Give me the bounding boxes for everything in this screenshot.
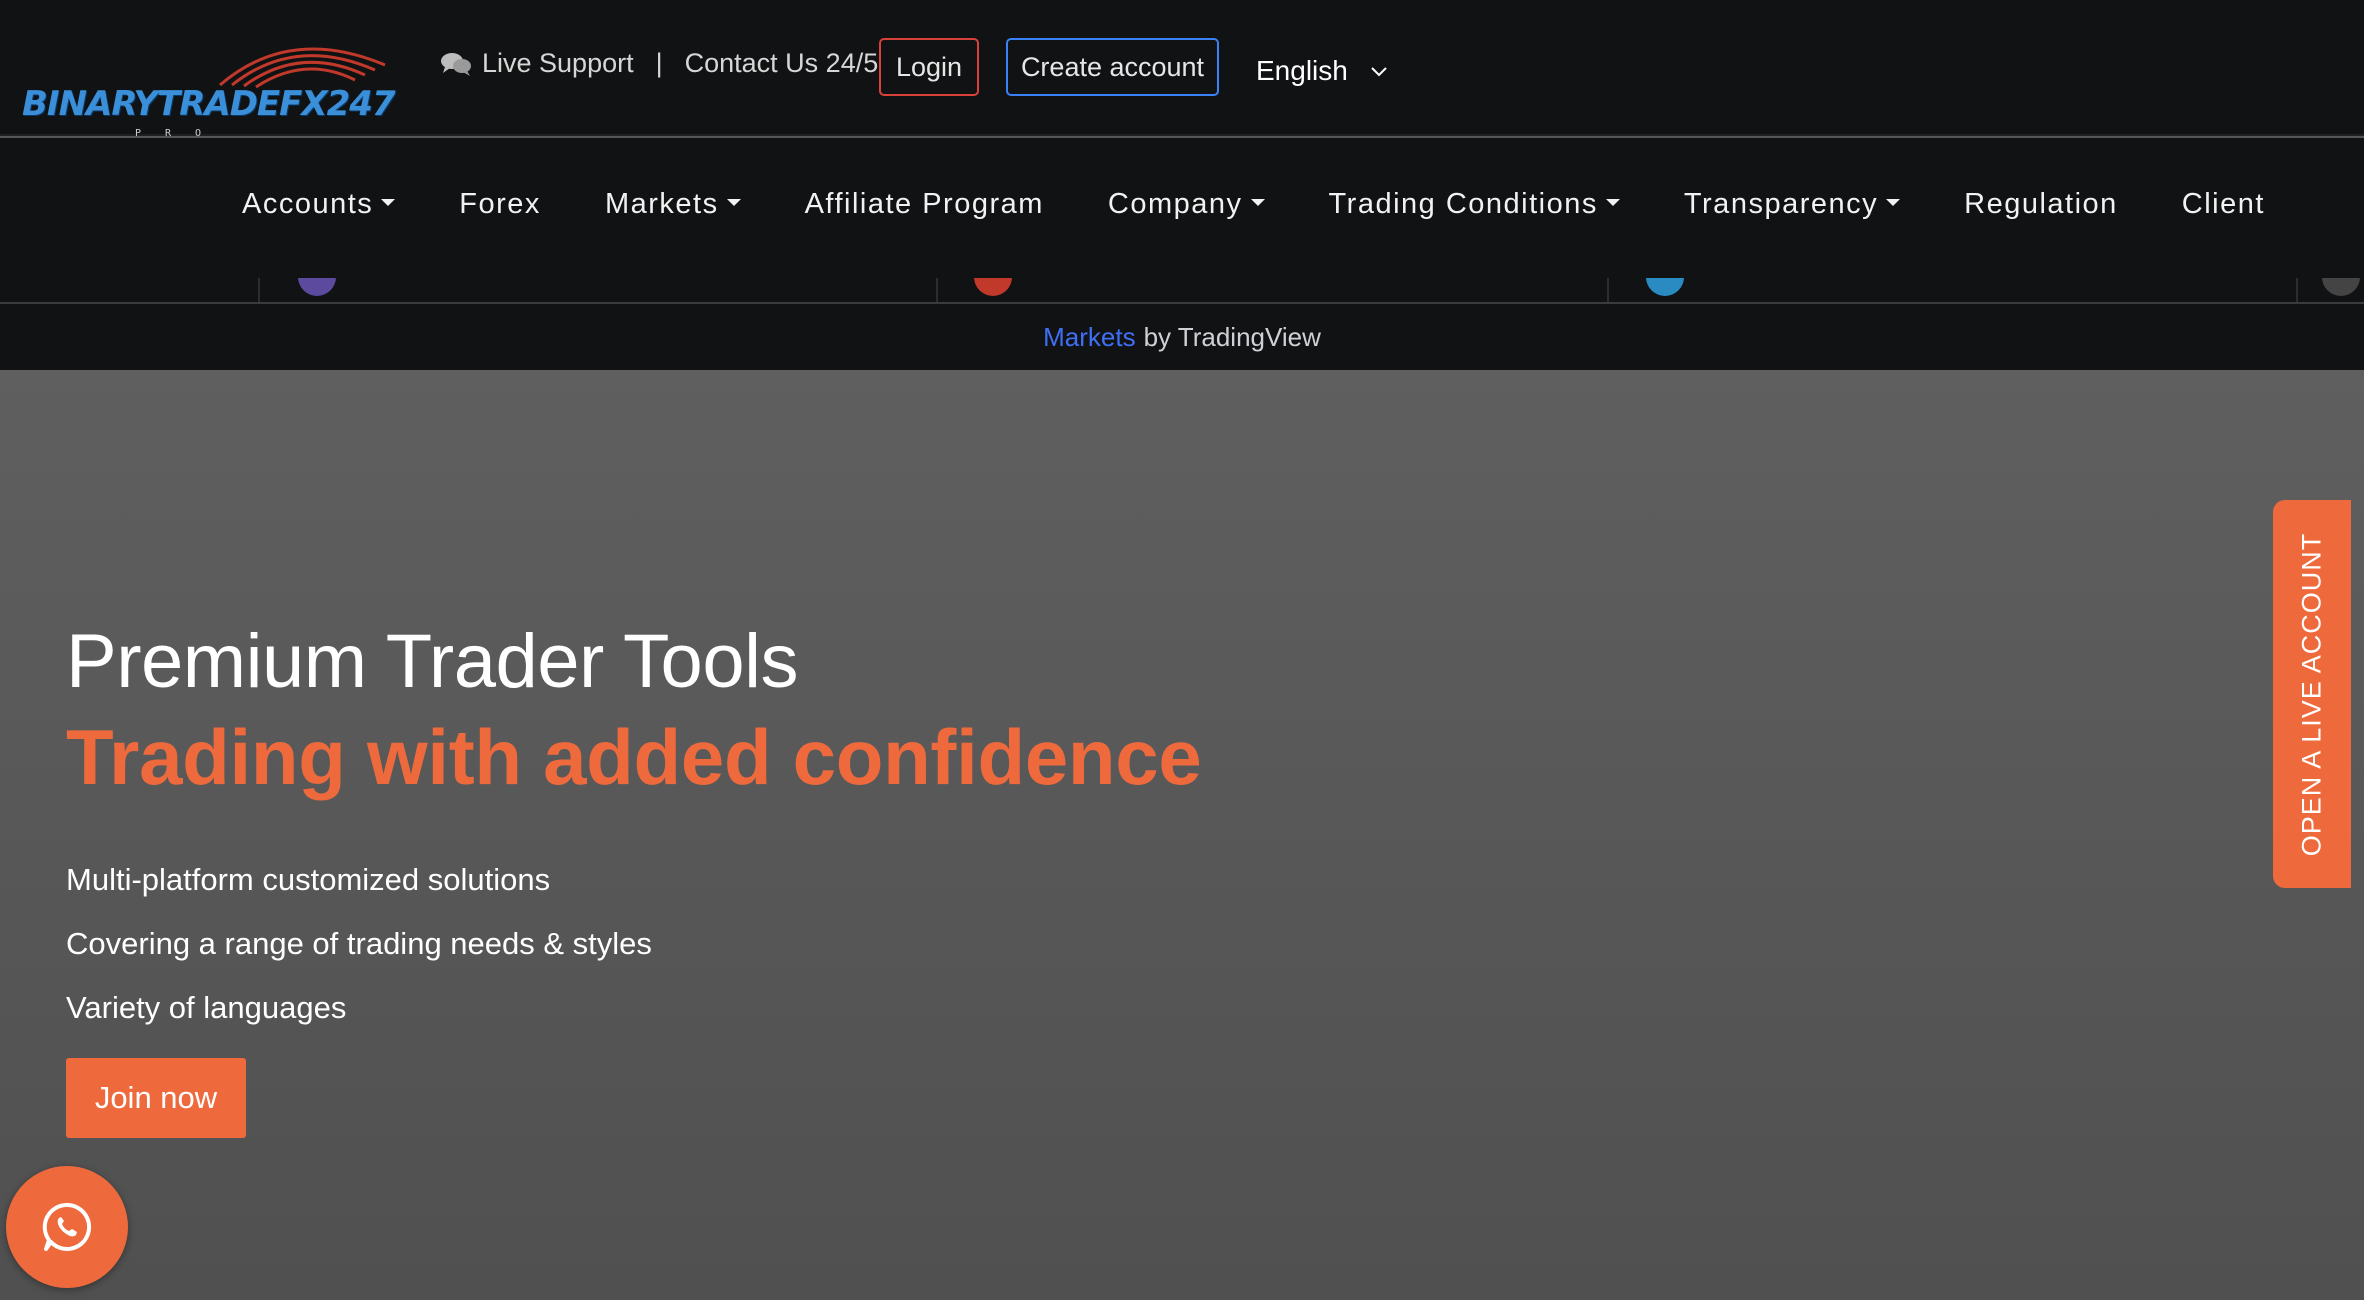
- hero-point: Covering a range of trading needs & styl…: [66, 926, 652, 961]
- nav-item-label: Regulation: [1964, 188, 2118, 220]
- open-live-account-label: OPEN A LIVE ACCOUNT: [2296, 532, 2327, 856]
- tradingview-suffix: by TradingView: [1143, 321, 1321, 352]
- open-live-account-tab[interactable]: OPEN A LIVE ACCOUNT: [2273, 500, 2351, 888]
- ticker-symbol-icon: [974, 278, 1012, 296]
- hero-subtitle: Trading with added confidence: [66, 713, 1202, 801]
- ticker-symbol-icon: [2322, 278, 2360, 296]
- create-account-button[interactable]: Create account: [1006, 38, 1219, 96]
- nav-items: Accounts Forex Markets Affiliate Program…: [242, 188, 2329, 221]
- nav-item-label: Client: [2181, 188, 2265, 220]
- ticker-divider: [936, 278, 938, 302]
- ticker-divider: [258, 278, 260, 302]
- join-now-button[interactable]: Join now: [66, 1058, 246, 1138]
- ticker-divider: [2296, 278, 2298, 302]
- hero-section: Premium Trader Tools Trading with added …: [0, 370, 2364, 1300]
- chevron-down-icon: [1371, 67, 1387, 77]
- nav-item-regulation[interactable]: Regulation: [1964, 188, 2118, 221]
- nav-item-label: Transparency: [1683, 188, 1879, 220]
- nav-item-label: Trading Conditions: [1328, 188, 1598, 220]
- nav-item-forex[interactable]: Forex: [459, 188, 541, 221]
- ticker-symbol-icon: [298, 278, 336, 296]
- caret-down-icon: [1886, 199, 1901, 206]
- whatsapp-icon: [42, 1202, 92, 1251]
- hero-point: Multi-platform customized solutions: [66, 862, 551, 897]
- hero-point: Variety of languages: [66, 990, 347, 1025]
- tradingview-attribution: Markets by TradingView: [0, 304, 2364, 370]
- nav-item-label: Company: [1107, 188, 1243, 220]
- nav-item-company[interactable]: Company: [1108, 188, 1265, 221]
- ticker-divider: [1607, 278, 1609, 302]
- caret-down-icon: [726, 199, 741, 206]
- support-separator: |: [655, 48, 663, 78]
- nav-item-client[interactable]: Client: [2182, 188, 2265, 221]
- nav-item-affiliate-program[interactable]: Affiliate Program: [805, 188, 1044, 221]
- top-bar: BINARYTRADEFX247 PRO Live Support | Cont…: [0, 0, 2364, 139]
- whatsapp-button[interactable]: [6, 1166, 128, 1288]
- caret-down-icon: [381, 199, 396, 206]
- login-button[interactable]: Login: [879, 38, 979, 96]
- nav-item-markets[interactable]: Markets: [605, 188, 741, 221]
- nav-item-transparency[interactable]: Transparency: [1683, 188, 1901, 221]
- ticker-symbol-icon: [1646, 278, 1684, 296]
- nav-item-label: Markets: [604, 188, 719, 220]
- nav-item-label: Forex: [459, 188, 541, 220]
- caret-down-icon: [1250, 199, 1265, 206]
- language-label: English: [1256, 55, 1348, 86]
- contact-link[interactable]: Contact Us 24/5: [685, 48, 879, 79]
- nav-item-accounts[interactable]: Accounts: [242, 188, 396, 221]
- chat-bubbles-icon: [441, 52, 471, 76]
- hero-points: Multi-platform customized solutions Cove…: [66, 848, 652, 1040]
- caret-down-icon: [1605, 199, 1620, 206]
- hero-title: Premium Trader Tools: [66, 619, 798, 704]
- logo-text: BINARYTRADEFX247: [22, 84, 396, 124]
- support-links: Live Support | Contact Us 24/5: [440, 48, 878, 79]
- nav-item-label: Affiliate Program: [804, 188, 1044, 220]
- ticker-tape[interactable]: [0, 278, 2364, 304]
- nav-item-trading-conditions[interactable]: Trading Conditions: [1329, 188, 1620, 221]
- logo-arcs-icon: [219, 47, 386, 89]
- language-selector[interactable]: English: [1256, 55, 1388, 87]
- site-logo[interactable]: BINARYTRADEFX247 PRO: [20, 30, 396, 140]
- main-nav: Accounts Forex Markets Affiliate Program…: [0, 138, 2364, 278]
- live-support-link[interactable]: Live Support: [482, 48, 634, 79]
- nav-item-label: Accounts: [242, 188, 374, 220]
- markets-link[interactable]: Markets: [1043, 322, 1135, 353]
